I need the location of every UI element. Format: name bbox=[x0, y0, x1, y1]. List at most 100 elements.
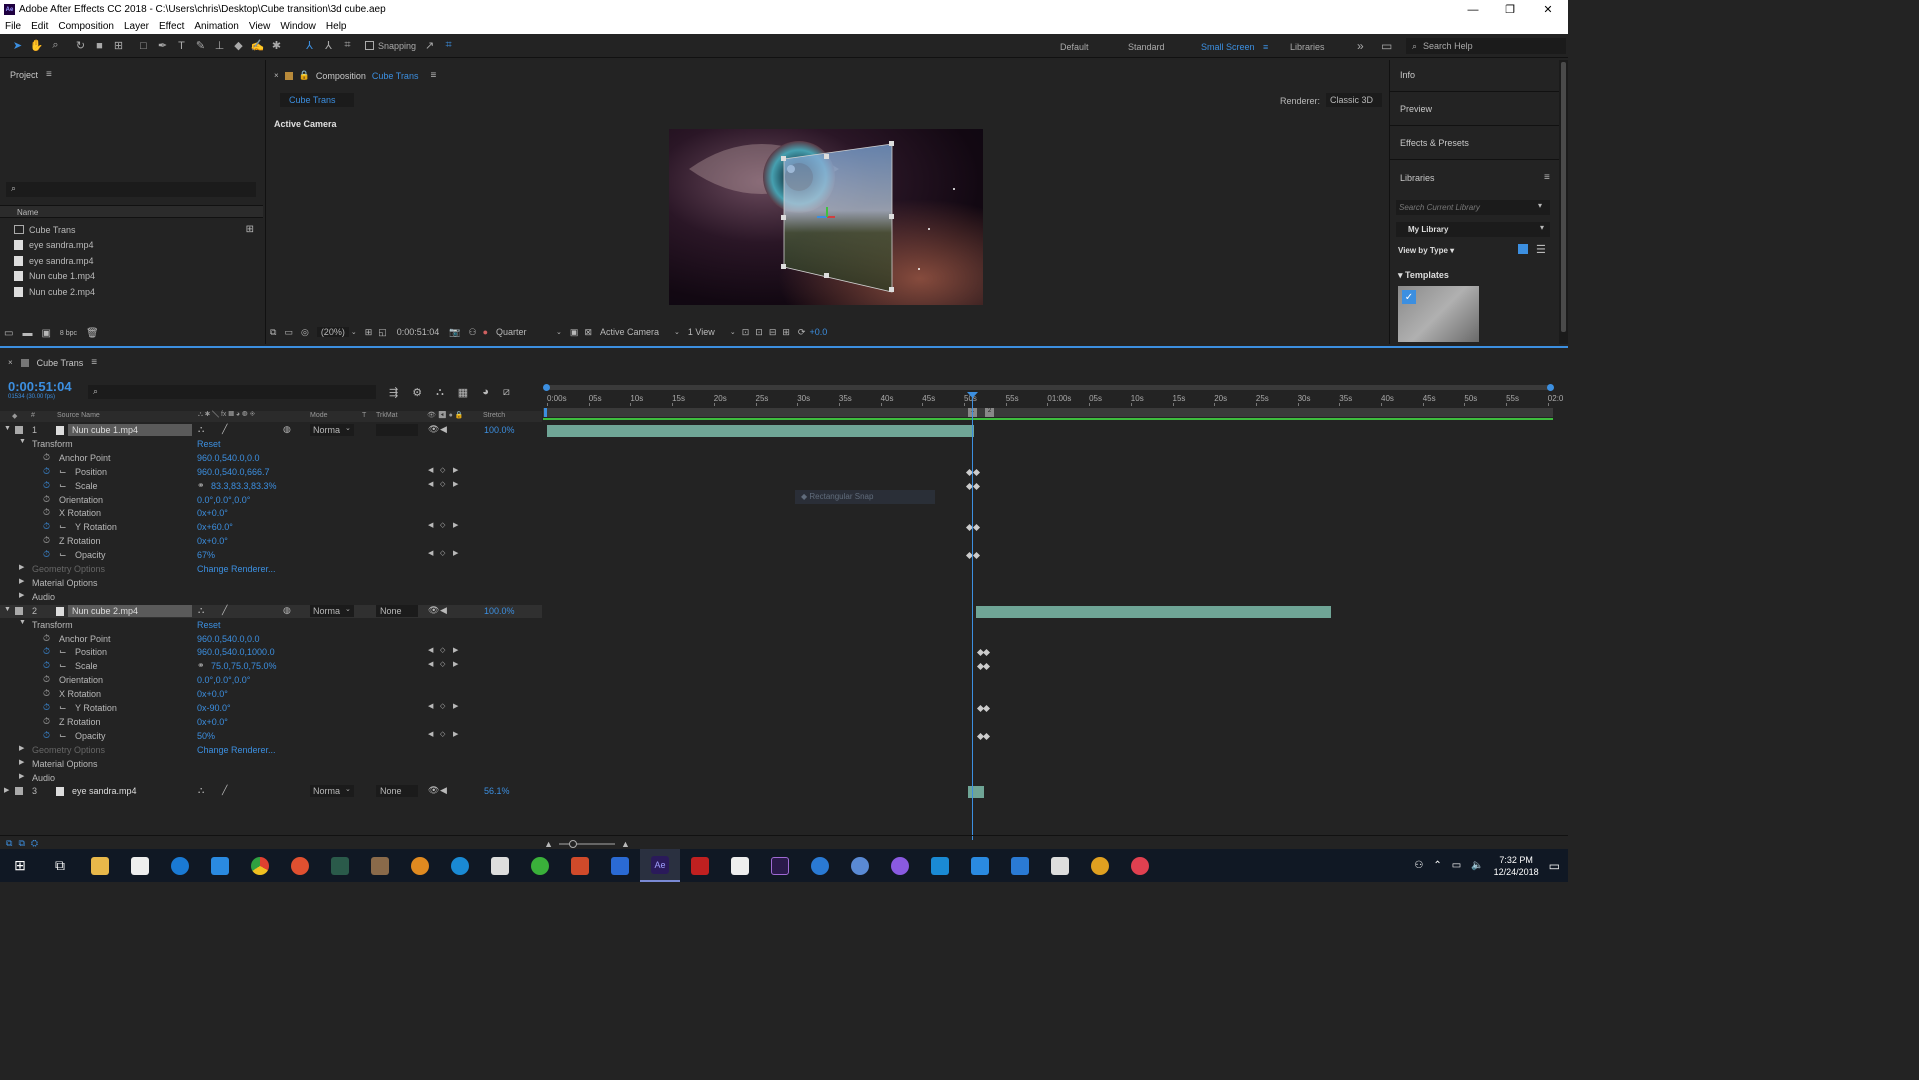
twirl-open-icon[interactable]: ▼ bbox=[4, 425, 11, 432]
3d-layer-switch-icon[interactable]: ◍ bbox=[283, 424, 291, 435]
stretch-value[interactable]: 100.0% bbox=[484, 425, 515, 435]
show-snapshot-icon[interactable]: ⚇ bbox=[469, 327, 477, 338]
property-value[interactable]: 0x+0.0° bbox=[197, 508, 228, 518]
constrain-proportions-icon[interactable]: ⚭ bbox=[197, 660, 205, 671]
project-panel-menu-icon[interactable]: ≡ bbox=[46, 69, 52, 80]
zoom-tool-icon[interactable]: ⌕ bbox=[46, 36, 65, 55]
prev-keyframe-icon[interactable]: ◀ bbox=[428, 466, 433, 474]
libraries-menu-icon[interactable]: ≡ bbox=[1544, 172, 1550, 183]
workspace-libraries[interactable]: Libraries bbox=[1290, 42, 1325, 52]
prev-keyframe-icon[interactable]: ◀ bbox=[428, 549, 433, 557]
stopwatch-icon[interactable]: ⏱ bbox=[43, 646, 50, 657]
eraser-tool-icon[interactable]: ◆ bbox=[229, 36, 248, 55]
new-composition-icon[interactable]: ▣ bbox=[41, 328, 50, 339]
twirl-closed-icon[interactable]: ▶ bbox=[19, 744, 24, 752]
add-keyframe-icon[interactable]: ◇ bbox=[440, 549, 445, 557]
project-item-comp[interactable]: Cube Trans ⊞ bbox=[14, 222, 254, 238]
next-keyframe-icon[interactable]: ▶ bbox=[453, 660, 458, 668]
region-icon[interactable]: ◱ bbox=[378, 327, 387, 338]
trkmat-select[interactable] bbox=[376, 424, 418, 436]
close-tab-icon[interactable]: × bbox=[274, 71, 279, 80]
app-icon-crescent[interactable] bbox=[880, 849, 920, 882]
property-value[interactable]: 0x+60.0° bbox=[197, 522, 233, 532]
app-icon-envelope[interactable] bbox=[1040, 849, 1080, 882]
after-effects-taskbar-icon[interactable]: Ae bbox=[640, 849, 680, 882]
fast-previews-icon[interactable]: ⊡ bbox=[755, 327, 763, 338]
add-keyframe-icon[interactable]: ◇ bbox=[440, 521, 445, 529]
puppet-tool-icon[interactable]: ✱ bbox=[267, 36, 286, 55]
maximize-button[interactable]: ❐ bbox=[1492, 0, 1528, 19]
graph-icon[interactable]: ⌙ bbox=[59, 466, 67, 477]
premiere-icon[interactable] bbox=[760, 849, 800, 882]
menu-composition[interactable]: Composition bbox=[53, 21, 119, 32]
app-icon-a[interactable] bbox=[600, 849, 640, 882]
motion-blur-icon[interactable]: ◕ bbox=[482, 386, 489, 399]
stopwatch-icon[interactable]: ⏱ bbox=[43, 716, 50, 727]
next-keyframe-icon[interactable]: ▶ bbox=[453, 521, 458, 529]
twirl-closed-icon[interactable]: ▶ bbox=[19, 563, 24, 571]
chrome-icon[interactable] bbox=[240, 849, 280, 882]
trkmat-column[interactable]: TrkMat bbox=[376, 412, 398, 419]
stopwatch-icon[interactable]: ⏱ bbox=[43, 521, 50, 532]
trkmat-select[interactable]: None bbox=[376, 604, 418, 617]
add-keyframe-icon[interactable]: ◇ bbox=[440, 480, 445, 488]
layer-name[interactable]: eye sandra.mp4 bbox=[68, 785, 192, 797]
templates-section[interactable]: ▾ Templates bbox=[1398, 270, 1449, 281]
property-value[interactable]: 0x-90.0° bbox=[197, 703, 231, 713]
shy-layers-icon[interactable]: ⛬ bbox=[436, 386, 444, 399]
keyframe-diamond[interactable] bbox=[972, 482, 981, 490]
workspace-small-screen[interactable]: Small Screen bbox=[1201, 42, 1255, 52]
right-panel-scrollbar[interactable] bbox=[1559, 60, 1568, 344]
twirl-closed-icon[interactable]: ▶ bbox=[19, 772, 24, 780]
visibility-eye-icon[interactable]: 👁 bbox=[428, 605, 439, 616]
change-renderer-link[interactable]: Change Renderer... bbox=[197, 745, 276, 755]
composition-viewer[interactable] bbox=[669, 129, 983, 305]
t-column[interactable]: T bbox=[362, 412, 366, 419]
network-icon[interactable]: ▭ bbox=[1452, 860, 1461, 871]
composition-panel-menu-icon[interactable]: ≡ bbox=[430, 70, 436, 81]
material-options-group[interactable]: Material Options bbox=[32, 578, 98, 588]
stopwatch-icon[interactable]: ⏱ bbox=[43, 688, 50, 699]
number-column-icon[interactable]: # bbox=[31, 412, 35, 419]
chevron-down-icon[interactable]: ⌄ bbox=[351, 328, 357, 336]
visibility-eye-icon[interactable]: 👁 bbox=[428, 424, 439, 435]
comp-mini-flowchart-icon[interactable]: ⇶ bbox=[389, 386, 398, 399]
stopwatch-icon[interactable]: ⏱ bbox=[43, 633, 50, 644]
next-keyframe-icon[interactable]: ▶ bbox=[453, 480, 458, 488]
app-icon-brown[interactable] bbox=[360, 849, 400, 882]
change-renderer-link[interactable]: Change Renderer... bbox=[197, 564, 276, 574]
twirl-closed-icon[interactable]: ▶ bbox=[4, 786, 9, 794]
menu-effect[interactable]: Effect bbox=[154, 21, 189, 32]
search-help-field[interactable]: ⌕ Search Help bbox=[1406, 38, 1566, 54]
chevron-down-icon[interactable]: ⌄ bbox=[345, 424, 351, 432]
audio-icon[interactable]: ◀ bbox=[440, 785, 447, 796]
frame-blending-icon[interactable]: ▦ bbox=[458, 386, 468, 399]
shy-switch-icon[interactable]: ⛬ bbox=[198, 785, 204, 796]
visibility-eye-icon[interactable]: 👁 bbox=[428, 785, 439, 796]
graph-icon[interactable]: ⌙ bbox=[59, 702, 67, 713]
grid-view-icon[interactable] bbox=[1518, 244, 1528, 254]
property-value[interactable]: 50% bbox=[197, 731, 215, 741]
stopwatch-icon[interactable]: ⏱ bbox=[43, 730, 50, 741]
quality-switch-icon[interactable]: ╱ bbox=[222, 424, 227, 435]
zoom-in-icon[interactable]: ▲ bbox=[621, 839, 630, 849]
app-icon-refresh[interactable] bbox=[520, 849, 560, 882]
tab-cube-trans[interactable]: Cube Trans bbox=[280, 93, 354, 107]
av-features-column-icon[interactable]: 👁 ◀ ● 🔒 bbox=[427, 411, 464, 419]
exposure-value[interactable]: +0.0 bbox=[809, 327, 827, 337]
audio-icon[interactable]: ◀ bbox=[440, 424, 447, 435]
chevron-down-icon[interactable]: ⌄ bbox=[730, 328, 736, 336]
add-keyframe-icon[interactable]: ◇ bbox=[440, 660, 445, 668]
graph-icon[interactable]: ⌙ bbox=[59, 660, 67, 671]
menu-window[interactable]: Window bbox=[275, 21, 321, 32]
quality-switch-icon[interactable]: ╱ bbox=[222, 785, 227, 796]
workspace-default[interactable]: Default bbox=[1060, 42, 1089, 52]
layer-row[interactable]: ▼ 2 Nun cube 2.mp4 ⛬ ╱ ◍ Norma ⌄ None 👁 … bbox=[0, 604, 542, 619]
project-item-footage[interactable]: Nun cube 1.mp4 bbox=[14, 269, 254, 285]
camera-select[interactable]: Active Camera bbox=[600, 327, 674, 337]
delete-icon[interactable]: 🗑 bbox=[86, 328, 99, 339]
selection-tool-icon[interactable]: ➤ bbox=[8, 36, 27, 55]
quality-switch-icon[interactable]: ╱ bbox=[222, 605, 227, 616]
menu-layer[interactable]: Layer bbox=[119, 21, 154, 32]
property-value[interactable]: 0x+0.0° bbox=[197, 536, 228, 546]
